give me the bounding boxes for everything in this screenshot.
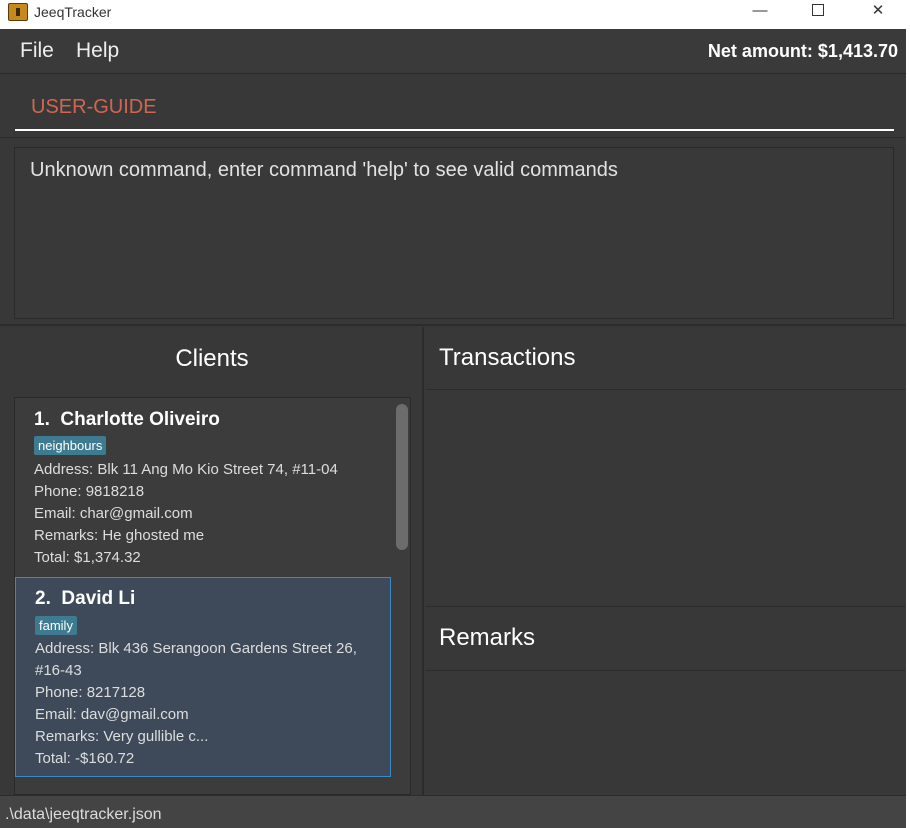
menu-bar: File Help Net amount: $1,413.70 [0,29,908,74]
title-bar: JeeqTracker — ✕ [0,0,910,29]
transactions-list[interactable] [426,390,906,607]
client-address: Address: Blk 11 Ang Mo Kio Street 74, #1… [34,461,338,478]
net-amount-label: Net amount: $1,413.70 [707,41,898,61]
client-phone: Phone: 9818218 [34,483,145,500]
client-tag: family [35,616,77,635]
maximize-icon [812,4,824,16]
minimize-icon: — [752,2,768,19]
minimize-button[interactable]: — [738,0,782,29]
client-total: Total: $1,374.32 [34,549,141,566]
result-message: Unknown command, enter command 'help' to… [30,159,618,181]
client-email: Email: dav@gmail.com [35,706,189,723]
remarks-title: Remarks [439,624,536,651]
window-title: JeeqTracker [34,4,112,20]
data-file-path: .\data\jeeqtracker.json [5,806,162,823]
transactions-title: Transactions [439,344,576,371]
clients-title: Clients [175,345,249,372]
clients-panel: Clients 1. Charlotte Oliveiro neighbours… [0,327,424,795]
command-input[interactable]: USER-GUIDE [15,90,894,131]
client-tag: neighbours [34,436,107,455]
close-button[interactable]: ✕ [856,0,900,29]
client-name: 1. Charlotte Oliveiro [34,409,220,430]
scrollbar-thumb[interactable] [396,404,408,550]
client-phone: Phone: 8217128 [35,684,146,701]
details-panel: Transactions Remarks [426,327,906,795]
command-area: USER-GUIDE [0,74,908,138]
client-list[interactable]: 1. Charlotte Oliveiro neighbours Address… [14,397,411,795]
client-remarks: Remarks: He ghosted me [34,527,205,544]
client-total: Total: -$160.72 [35,750,135,767]
result-area: Unknown command, enter command 'help' to… [0,139,908,326]
client-card[interactable]: 1. Charlotte Oliveiro neighbours Address… [15,398,391,576]
window-edge [906,29,910,828]
app-icon [8,3,28,21]
maximize-button[interactable] [796,0,840,29]
result-display[interactable]: Unknown command, enter command 'help' to… [14,147,894,319]
menu-help[interactable]: Help [76,39,119,63]
close-icon: ✕ [871,2,885,19]
client-email: Email: char@gmail.com [34,505,193,522]
divider [426,670,906,671]
client-address: Address: Blk 436 Serangoon Gardens Stree… [35,640,357,679]
client-name: 2. David Li [35,588,136,609]
command-text: USER-GUIDE [31,96,157,118]
menu-file[interactable]: File [20,39,54,63]
client-card-selected[interactable]: 2. David Li family Address: Blk 436 Sera… [15,577,391,777]
status-bar: .\data\jeeqtracker.json [0,795,906,828]
client-remarks: Remarks: Very gullible c... [35,728,209,745]
